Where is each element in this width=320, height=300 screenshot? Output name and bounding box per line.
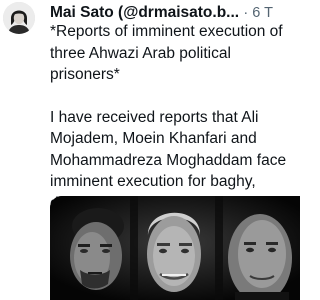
tweet-photo[interactable] [50,196,300,300]
tweet-timestamp[interactable]: 6 T [252,5,273,21]
author-name[interactable]: Mai Sato (@drmaisato.b... [50,4,239,21]
portrait-left [70,208,124,290]
separator-dot: · [243,5,253,21]
tweet-text: *Reports of imminent execution of three … [50,21,300,214]
avatar-portrait-icon [3,2,35,34]
three-portraits-photo-icon [50,196,300,300]
tweet-headline: *Reports of imminent execution of three … [50,23,283,83]
tweet-card: Mai Sato (@drmaisato.b... · 6 T *Reports… [0,0,300,300]
portrait-right [228,214,292,300]
author-avatar[interactable] [3,2,35,34]
